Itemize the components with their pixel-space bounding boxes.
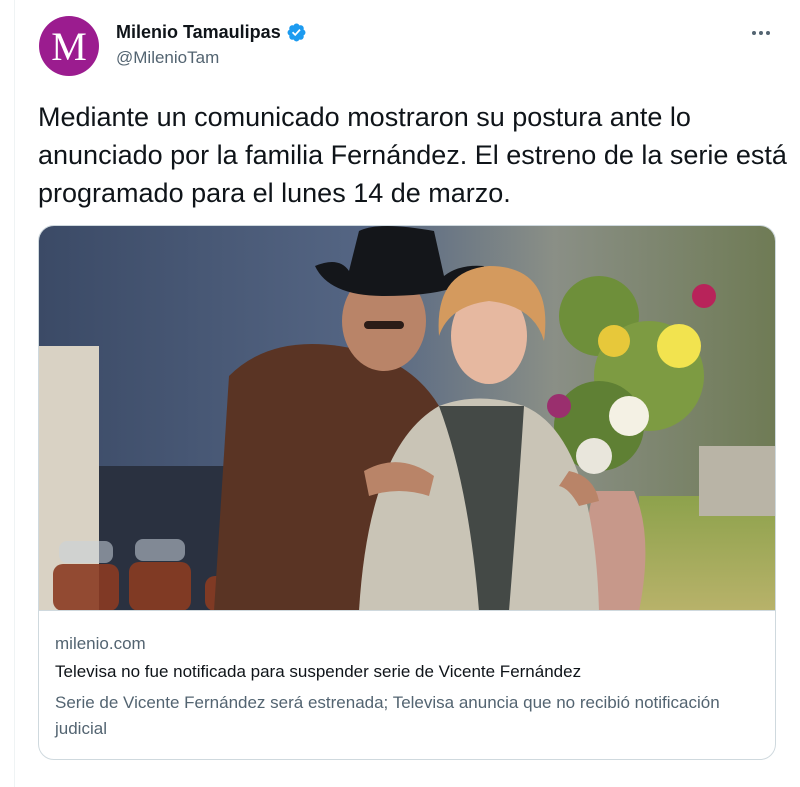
more-horizontal-icon[interactable]: [748, 23, 774, 43]
tweet: M Milenio Tamaulipas @MilenioTam Mediant…: [14, 0, 800, 787]
more-dot: [752, 31, 756, 35]
card-photo: [39, 226, 775, 610]
verified-badge-icon: [287, 23, 306, 42]
tweet-text: Mediante un comunicado mostraron su post…: [38, 102, 787, 208]
author-display-name[interactable]: Milenio Tamaulipas: [116, 22, 281, 43]
card-image[interactable]: [39, 226, 775, 611]
card-title[interactable]: Televisa no fue notificada para suspende…: [55, 662, 581, 682]
author-name-row: Milenio Tamaulipas: [116, 22, 307, 43]
author-handle[interactable]: @MilenioTam: [116, 48, 219, 68]
link-card[interactable]: milenio.com Televisa no fue notificada p…: [38, 225, 776, 760]
card-domain: milenio.com: [55, 634, 146, 653]
avatar-letter: M: [51, 24, 87, 69]
more-dot: [759, 31, 763, 35]
card-description: Serie de Vicente Fernández será estrenad…: [55, 693, 720, 738]
more-dot: [766, 31, 770, 35]
avatar[interactable]: M: [39, 16, 99, 76]
